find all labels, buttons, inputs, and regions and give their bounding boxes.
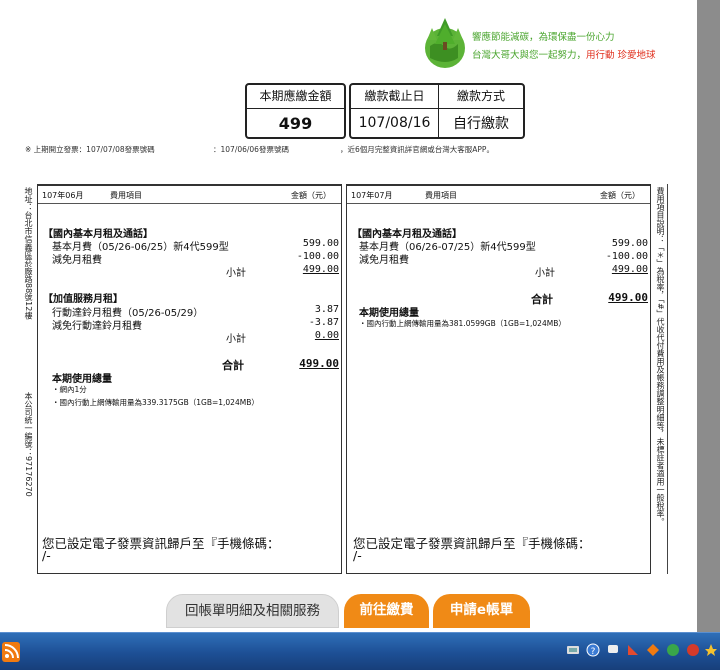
due-date-value: 107/08/16	[358, 115, 431, 131]
vertical-scrollbar[interactable]	[697, 0, 720, 632]
security-icon[interactable]	[626, 643, 640, 657]
tree-globe-icon	[425, 18, 465, 68]
line-item-value: -100.00	[296, 251, 339, 262]
bill-panel-header: 107年07月 費用項目 金額（元）	[347, 186, 650, 204]
usage-item: ・國內行動上網傳輸用量為339.3175GB（1GB=1,024MB）	[52, 398, 259, 407]
subtotal-label: 小計	[535, 268, 555, 279]
total-label: 合計	[222, 359, 244, 372]
go-pay-button[interactable]: 前往繳費	[344, 594, 429, 628]
payment-method-value: 自行繳款	[453, 116, 509, 132]
payment-method-header: 繳款方式	[439, 85, 523, 109]
network-icon[interactable]	[566, 643, 580, 657]
subtotal-value: 499.00	[611, 264, 648, 275]
company-tax-id: 本公司統一編號：97176270	[24, 392, 33, 497]
bill-panel-july: 107年07月 費用項目 金額（元） 【國內基本月租及通話】 基本月費（06/2…	[346, 184, 651, 574]
subtotal-value: 499.00	[302, 264, 339, 275]
payment-info-box: 繳款截止日 107/08/16 繳款方式 自行繳款	[349, 83, 525, 139]
eco-slogan-line1: 響應節能減碳，為環保盡一份心力	[472, 32, 615, 43]
app-icon-green[interactable]	[666, 643, 680, 657]
usage-item: ・網內1分	[52, 385, 87, 394]
col-item-header: 費用項目	[110, 191, 142, 200]
amount-due-value: 499	[278, 113, 313, 133]
bill-panel-header: 107年06月 費用項目 金額（元）	[38, 186, 341, 204]
due-date-column: 繳款截止日 107/08/16	[351, 85, 439, 137]
total-label: 合計	[531, 293, 553, 306]
line-item-value: 3.87	[314, 304, 339, 315]
svg-text:?: ?	[591, 647, 596, 657]
message-icon[interactable]	[606, 643, 620, 657]
einvoice-code: /-	[353, 548, 362, 563]
usage-title: 本期使用總量	[359, 308, 419, 319]
usage-title: 本期使用總量	[52, 374, 112, 385]
col-item-header: 費用項目	[425, 191, 457, 200]
section-title: 【加值服務月租】	[43, 294, 123, 305]
due-date-header: 繳款截止日	[351, 85, 438, 109]
line-item-value: -3.87	[308, 317, 339, 328]
einvoice-note: 您已設定電子發票資訊歸戶至『手機條碼：	[42, 536, 280, 551]
line-item-value: -100.00	[605, 251, 648, 262]
subtotal-value: 0.00	[314, 330, 339, 341]
einvoice-code: /-	[42, 548, 51, 563]
amount-due-header: 本期應繳金額	[247, 85, 344, 109]
subtotal-label: 小計	[226, 334, 246, 345]
fee-notes: 費用項目說明：「＊」為稅率，「#」代收代付費用及帳務調整明細等，未標註者適用一般…	[656, 187, 665, 526]
subtotal-label: 小計	[226, 268, 246, 279]
bill-period: 107年07月	[351, 191, 393, 200]
apply-ebill-button[interactable]: 申請e帳單	[433, 594, 530, 628]
bill-period: 107年06月	[42, 191, 84, 200]
invoice-notice-part3: ，近6個月完整資訊詳官網或台灣大客服APP。	[340, 145, 494, 154]
line-item-value: 599.00	[611, 238, 648, 249]
rss-icon[interactable]	[2, 642, 20, 662]
line-item-value: 599.00	[302, 238, 339, 249]
total-value: 499.00	[299, 357, 339, 370]
line-item-label: 減免月租費	[359, 255, 409, 266]
company-address: 地址：台北市信義區菸廠路88號12樓	[24, 187, 33, 320]
col-amount-header: 金額（元）	[600, 191, 640, 200]
app-icon-orange[interactable]	[646, 643, 660, 657]
payment-method-column: 繳款方式 自行繳款	[439, 85, 523, 137]
col-amount-header: 金額（元）	[291, 191, 331, 200]
total-value: 499.00	[608, 291, 648, 304]
bill-details-button[interactable]: 回帳單明細及相關服務	[166, 594, 339, 628]
os-taskbar: ?	[0, 632, 720, 670]
invoice-notice-part2: ：107/06/06發票號碼	[213, 145, 289, 154]
amount-due-box: 本期應繳金額 499	[245, 83, 346, 139]
eco-logo: 響應節能減碳，為環保盡一份心力 台灣大哥大與您一起努力，用行動 珍愛地球	[420, 14, 690, 78]
bill-panel-june: 107年06月 費用項目 金額（元） 【國內基本月租及通話】 基本月費（05/2…	[37, 184, 342, 574]
app-icon-red[interactable]	[686, 643, 700, 657]
side-divider	[667, 184, 668, 574]
help-icon[interactable]: ?	[586, 643, 600, 657]
usage-item: ・國內行動上網傳輸用量為381.0599GB（1GB=1,024MB）	[359, 319, 566, 328]
line-item-label: 減免月租費	[52, 255, 102, 266]
invoice-notice-part1: ※ 上期開立發票：107/07/08發票號碼	[25, 145, 155, 154]
app-icon-star[interactable]	[704, 643, 718, 657]
eco-slogan-line2: 台灣大哥大與您一起努力，用行動 珍愛地球	[472, 50, 656, 61]
line-item-label: 減免行動達鈴月租費	[52, 321, 142, 332]
system-tray: ?	[560, 640, 720, 664]
einvoice-note: 您已設定電子發票資訊歸戶至『手機條碼：	[353, 536, 591, 551]
